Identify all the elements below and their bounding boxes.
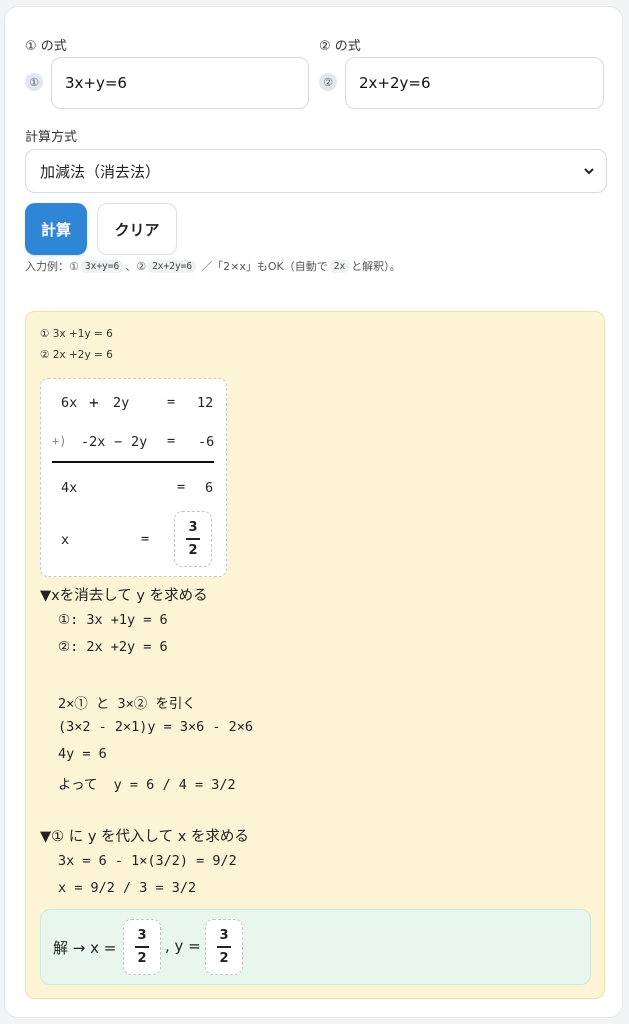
fraction-bar (135, 946, 149, 948)
answer-x-fraction: 3 2 (123, 919, 161, 975)
hint-suffix: と解釈）。 (351, 260, 401, 273)
elim-r2-sign: +) (52, 434, 67, 448)
calculate-button[interactable]: 計算 (25, 203, 87, 255)
elim-r1-op: + (89, 393, 99, 412)
section1-line: よって y = 6 / 4 = 3/2 (58, 777, 236, 793)
eq2-normalized: ② 2x +2y = 6 (40, 349, 113, 361)
hint-example-1: 3x+y=6 (80, 259, 124, 273)
eq1-normalized: ① 3x +1y = 6 (40, 328, 113, 340)
section1-line: 2×① と 3×② を引く (58, 696, 196, 712)
section1-line: 4y = 6 (58, 746, 107, 762)
answer-y-num: 3 (219, 928, 229, 944)
elim-fraction-den: 2 (188, 542, 198, 558)
elim-r2-a: -2x (81, 434, 106, 450)
section1-line: ②: 2x +2y = 6 (58, 639, 168, 655)
answer-x-num: 3 (137, 928, 147, 944)
section2-line: x = 9/2 / 3 = 3/2 (58, 880, 197, 896)
elim-r3-a: 4x (61, 480, 78, 496)
elim-r1-a: 6x (61, 395, 78, 411)
clear-button[interactable]: クリア (97, 203, 177, 255)
hint-mid2: ／「2×x」もOK（自動で (201, 260, 328, 273)
eq1-marker: ① (25, 73, 43, 91)
section2-line: 3x = 6 - 1×(3/2) = 9/2 (58, 853, 237, 869)
elim-r3-eq: = (177, 479, 186, 495)
fraction-bar (217, 946, 231, 948)
elim-r4-eq: = (141, 531, 150, 547)
hint-example-3: 2x (329, 259, 350, 273)
elim-r2-c: -6 (198, 434, 215, 450)
elim-r3-c: 6 (205, 480, 214, 496)
answer-prefix: 解 → x = (53, 939, 117, 957)
hint-prefix: 入力例：① (25, 260, 79, 273)
input-hint: 入力例：① 3x+y=6 、② 2x+2y=6 ／「2×x」もOK（自動で 2x… (25, 258, 401, 274)
section1-title: ▼xを消去して y を求める (40, 588, 208, 604)
elim-divider (52, 461, 214, 463)
elimination-table: 6x + 2y = 12 +) -2x − 2y = -6 4x = 6 x =… (40, 378, 227, 577)
eq2-input[interactable]: 2x+2y=6 (345, 57, 604, 109)
elim-r1-eq: = (167, 394, 176, 410)
chevron-down-icon (584, 168, 594, 175)
elim-fraction-num: 3 (188, 520, 198, 536)
section1-line: (3×2 - 2×1)y = 3×6 - 2×6 (58, 719, 254, 735)
fraction-bar (186, 538, 200, 540)
eq1-input[interactable]: 3x+y=6 (51, 57, 309, 109)
elim-r1-c: 12 (197, 395, 214, 411)
method-label: 計算方式 (25, 130, 78, 145)
answer-y-den: 2 (219, 950, 229, 966)
answer-y-fraction: 3 2 (205, 919, 243, 975)
elim-fraction: 3 2 (174, 511, 212, 567)
elim-r4-a: x (61, 532, 70, 548)
section2-title: ▼① に y を代入して x を求める (40, 829, 249, 845)
elim-r1-b: 2y (113, 395, 130, 411)
calculator-card: ① の式 ② の式 ① 3x+y=6 ② 2x+2y=6 計算方式 加減法（消去… (4, 6, 623, 1018)
eq2-label: ② の式 (319, 39, 361, 54)
elim-r2-eq: = (167, 433, 176, 449)
section1-line: ①: 3x +1y = 6 (58, 612, 168, 628)
eq1-label: ① の式 (25, 39, 67, 54)
method-selected-value: 加減法（消去法） (40, 162, 161, 181)
result-panel: ① 3x +1y = 6 ② 2x +2y = 6 6x + 2y = 12 +… (25, 311, 605, 999)
elim-r2-op: − (114, 434, 123, 450)
method-select[interactable]: 加減法（消去法） (25, 149, 607, 193)
answer-box: 解 → x = 3 2 , y = 3 2 (40, 909, 591, 985)
elim-r2-b: 2y (131, 434, 148, 450)
hint-example-2: 2x+2y=6 (148, 259, 197, 273)
hint-mid: 、② (125, 260, 147, 273)
eq2-marker: ② (319, 73, 337, 91)
answer-mid: , y = (165, 937, 201, 955)
answer-x-den: 2 (137, 950, 147, 966)
